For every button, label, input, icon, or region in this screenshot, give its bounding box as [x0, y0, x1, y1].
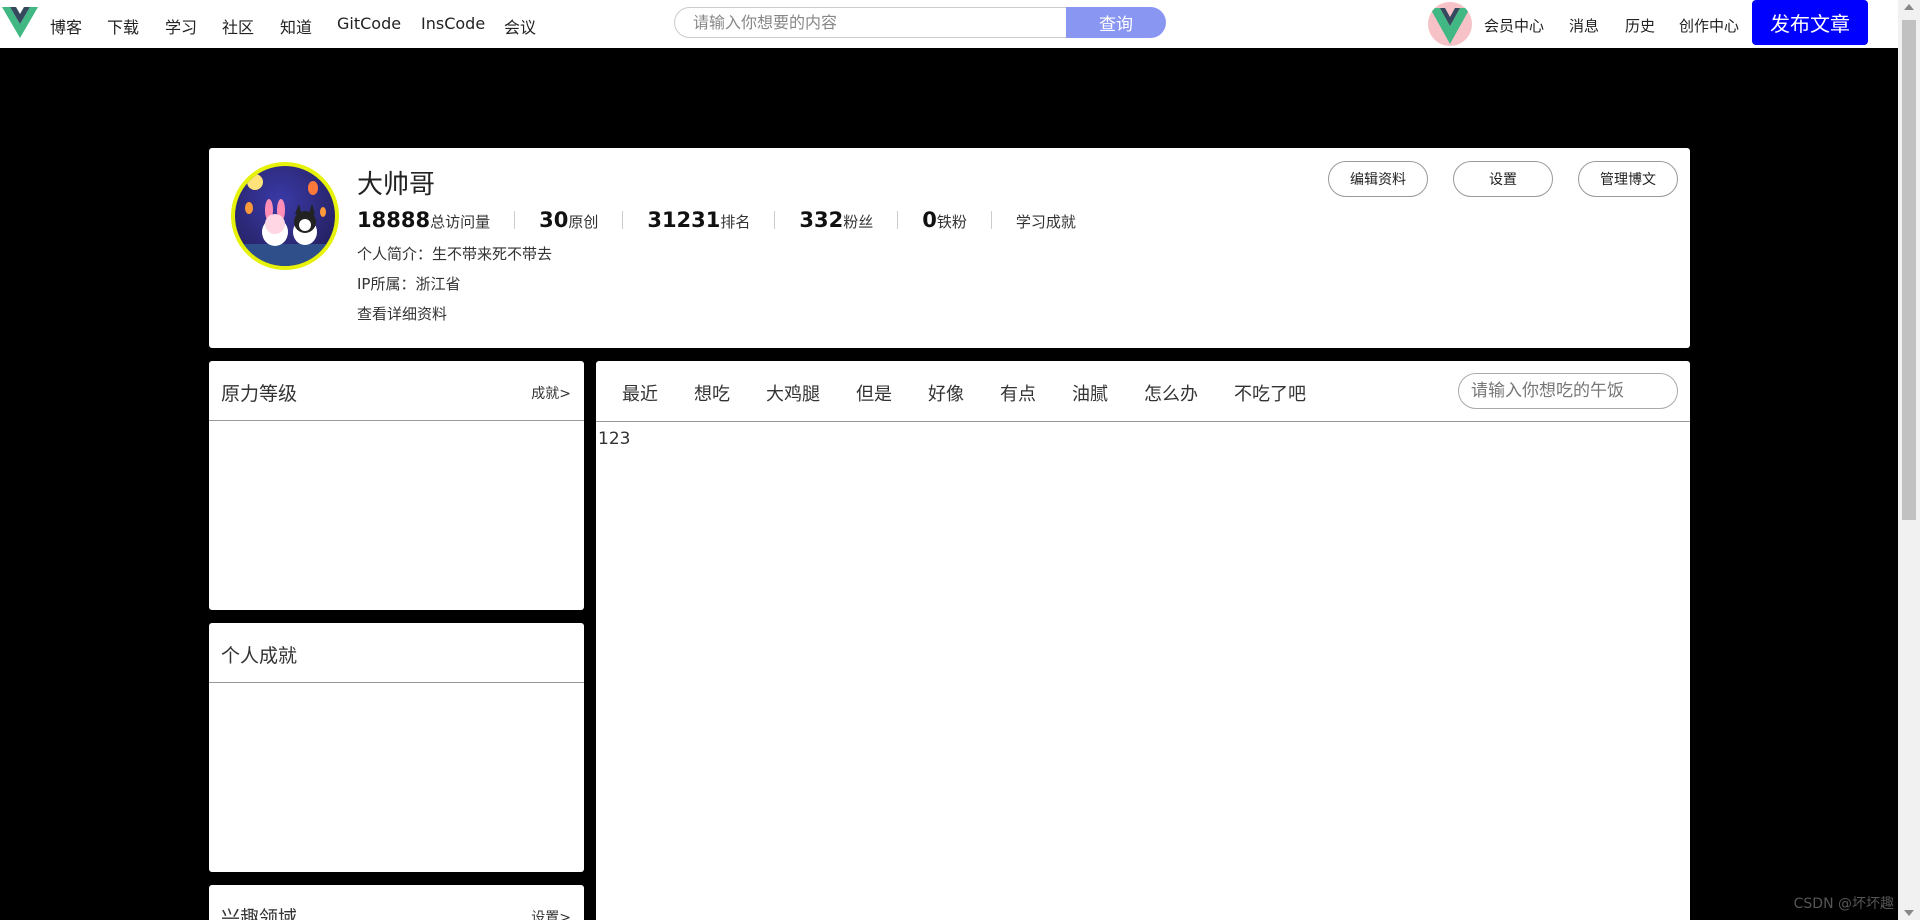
profile-ip: IP所属：浙江省 — [357, 275, 461, 293]
top-navigation-bar: 博客 下载 学习 社区 知道 GitCode InsCode 会议 查询 会员中… — [0, 0, 1898, 48]
divider — [774, 211, 776, 229]
stat-label: 排名 — [720, 213, 751, 231]
nav-item-download[interactable]: 下载 — [107, 14, 139, 38]
nav-item-zhidao[interactable]: 知道 — [280, 14, 312, 38]
publish-article-button[interactable]: 发布文章 — [1752, 0, 1868, 45]
page-scrollbar[interactable] — [1898, 0, 1920, 920]
interests-card: 兴趣领域 设置> — [209, 885, 584, 920]
tab-4[interactable]: 但是 — [856, 380, 892, 406]
divider — [897, 211, 899, 229]
interests-settings-link[interactable]: 设置> — [531, 907, 571, 920]
card-title: 个人成就 — [221, 645, 298, 667]
card-header: 原力等级 成就> — [209, 361, 584, 421]
stat-label: 粉丝 — [843, 213, 874, 231]
nav-item-inscode[interactable]: InsCode — [421, 14, 485, 33]
scroll-down-arrow-icon[interactable] — [1904, 910, 1914, 916]
achievements-link[interactable]: 成就> — [531, 383, 571, 403]
profile-name: 大帅哥 — [357, 170, 436, 200]
nav-item-community[interactable]: 社区 — [222, 14, 254, 38]
tabs-bar: 最近 想吃 大鸡腿 但是 好像 有点 油腻 怎么办 不吃了吧 — [596, 361, 1690, 422]
level-card: 原力等级 成就> — [209, 361, 584, 610]
watermark: CSDN @坏坏趣 — [1793, 896, 1894, 912]
stat-value: 18888 — [357, 208, 431, 232]
view-details-link[interactable]: 查看详细资料 — [357, 303, 447, 324]
nav-item-blog[interactable]: 博客 — [50, 14, 82, 38]
search-button[interactable]: 查询 — [1066, 7, 1166, 38]
settings-button[interactable]: 设置 — [1453, 161, 1553, 197]
learning-achievement-link[interactable]: 学习成就 — [1016, 211, 1076, 232]
profile-bio: 个人简介：生不带来死不带去 — [357, 245, 553, 263]
stat-value: 30 — [539, 208, 569, 232]
tab-8[interactable]: 怎么办 — [1144, 380, 1198, 406]
vue-logo-icon[interactable] — [2, 4, 38, 40]
tab-recent[interactable]: 最近 — [622, 380, 658, 406]
member-center-link[interactable]: 会员中心 — [1484, 15, 1544, 36]
messages-link[interactable]: 消息 — [1569, 15, 1599, 36]
card-title: 兴趣领域 — [221, 907, 298, 920]
card-header: 个人成就 — [209, 623, 584, 683]
user-avatar[interactable] — [1428, 2, 1472, 46]
tab-3[interactable]: 大鸡腿 — [766, 380, 820, 406]
divider — [990, 211, 992, 229]
stat-original[interactable]: 30 原创 — [539, 208, 598, 232]
stat-rank[interactable]: 31231 排名 — [647, 208, 750, 232]
cartoon-avatar-icon — [235, 174, 335, 266]
history-link[interactable]: 历史 — [1625, 15, 1655, 36]
profile-stats: 18888 总访问量 30 原创 31231 排名 332 粉丝 0 铁粉 学习… — [357, 208, 1076, 232]
stat-iron-fans[interactable]: 0 铁粉 — [922, 208, 967, 232]
profile-avatar[interactable] — [231, 162, 339, 270]
vue-logo-icon — [1430, 8, 1470, 44]
achievement-label: 学习成就 — [1015, 213, 1076, 231]
card-header: 兴趣领域 设置> — [209, 885, 584, 920]
nav-item-gitcode[interactable]: GitCode — [337, 14, 401, 33]
search-input[interactable] — [674, 7, 1066, 38]
stat-value: 31231 — [647, 208, 721, 232]
divider — [514, 211, 516, 229]
tab-6[interactable]: 有点 — [1000, 380, 1036, 406]
personal-achievements-card: 个人成就 — [209, 623, 584, 872]
scroll-up-arrow-icon[interactable] — [1904, 4, 1914, 10]
creator-center-link[interactable]: 创作中心 — [1679, 15, 1739, 36]
stat-fans[interactable]: 332 粉丝 — [799, 208, 873, 232]
stat-value: 0 — [922, 208, 937, 232]
tab-7[interactable]: 油腻 — [1072, 380, 1108, 406]
content-card: 最近 想吃 大鸡腿 但是 好像 有点 油腻 怎么办 不吃了吧 123 — [596, 361, 1690, 920]
divider — [622, 211, 624, 229]
tab-2[interactable]: 想吃 — [694, 380, 730, 406]
nav-item-meeting[interactable]: 会议 — [504, 14, 536, 38]
stat-label: 铁粉 — [936, 213, 967, 231]
tab-list: 最近 想吃 大鸡腿 但是 好像 有点 油腻 怎么办 不吃了吧 — [622, 380, 1342, 406]
stat-label: 总访问量 — [430, 213, 491, 231]
tab-9[interactable]: 不吃了吧 — [1234, 380, 1306, 406]
content-body: 123 — [598, 429, 631, 449]
stat-label: 原创 — [568, 213, 599, 231]
stat-value: 332 — [799, 208, 844, 232]
nav-item-learn[interactable]: 学习 — [165, 14, 197, 38]
manage-posts-button[interactable]: 管理博文 — [1578, 161, 1678, 197]
profile-card: 大帅哥 18888 总访问量 30 原创 31231 排名 332 粉丝 0 铁… — [209, 148, 1690, 348]
card-title: 原力等级 — [221, 383, 298, 405]
tab-5[interactable]: 好像 — [928, 380, 964, 406]
content-search-input[interactable] — [1458, 373, 1678, 409]
scrollbar-thumb[interactable] — [1902, 20, 1916, 520]
stat-total-visits[interactable]: 18888 总访问量 — [357, 208, 490, 232]
edit-profile-button[interactable]: 编辑资料 — [1328, 161, 1428, 197]
